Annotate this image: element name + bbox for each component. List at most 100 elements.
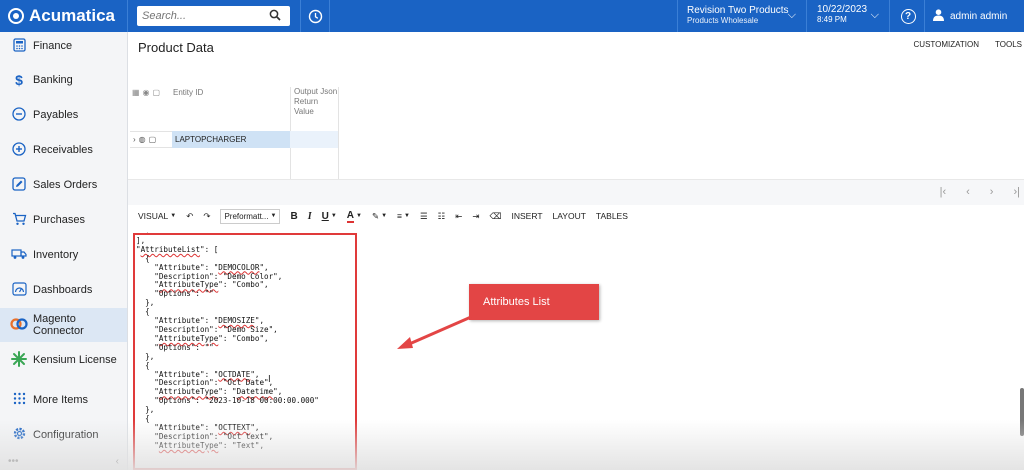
customization-link[interactable]: CUSTOMIZATION bbox=[914, 40, 979, 49]
page-toolbar-links: CUSTOMIZATION TOOLS bbox=[914, 40, 1022, 49]
truck-icon bbox=[10, 247, 28, 263]
undo-icon[interactable]: ↶ bbox=[186, 211, 193, 222]
sidebar-item-inventory[interactable]: Inventory bbox=[0, 238, 127, 272]
bold-button[interactable]: B bbox=[290, 211, 297, 222]
pencil-icon bbox=[10, 176, 28, 194]
sidebar: Finance $ Banking Payables Receivables S… bbox=[0, 32, 128, 470]
sidebar-item-payables[interactable]: Payables bbox=[0, 98, 127, 132]
main-content: Product Data CUSTOMIZATION TOOLS ▦◉▢ Ent… bbox=[128, 32, 1024, 470]
underline-button[interactable]: U ▼ bbox=[322, 211, 337, 222]
tools-link[interactable]: TOOLS bbox=[995, 40, 1022, 49]
grid-dots-icon bbox=[10, 392, 28, 408]
sidebar-item-label: Receivables bbox=[33, 144, 93, 156]
magento-icon bbox=[10, 317, 28, 333]
sidebar-item-label: More Items bbox=[33, 394, 89, 406]
callout-label: Attributes List bbox=[469, 284, 599, 320]
sidebar-item-label: Inventory bbox=[33, 249, 79, 261]
highlight-box bbox=[133, 233, 357, 470]
row-icons[interactable]: ›◍▢ bbox=[130, 135, 172, 144]
business-date-selector[interactable]: 10/22/2023 8:49 PM ⌵ bbox=[806, 0, 890, 32]
output-json-cell[interactable] bbox=[290, 131, 338, 148]
italic-button[interactable]: I bbox=[308, 211, 312, 222]
chevron-down-icon: ⌵ bbox=[787, 9, 796, 21]
sidebar-item-label: Magento Connector bbox=[33, 313, 84, 337]
chevron-down-icon: ⌵ bbox=[870, 9, 879, 21]
sidebar-item-kensium-license[interactable]: Kensium License bbox=[0, 343, 127, 377]
more-dots-icon[interactable]: ••• bbox=[8, 456, 19, 467]
sidebar-item-label: Configuration bbox=[33, 429, 99, 441]
cart-icon bbox=[10, 212, 28, 229]
help-button[interactable]: ? bbox=[893, 0, 923, 32]
search-input[interactable] bbox=[137, 7, 267, 25]
acumatica-logo[interactable]: Acumatica bbox=[0, 0, 128, 32]
json-editor[interactable]: ,], "AttributeList": [ { "Attribute": "DE… bbox=[128, 228, 1024, 470]
sidebar-item-label: Payables bbox=[33, 109, 79, 121]
sidebar-item-label: Banking bbox=[33, 74, 73, 86]
logo-mark-icon bbox=[8, 8, 24, 24]
user-menu[interactable]: admin admin bbox=[924, 0, 1024, 32]
entity-id-cell[interactable]: LAPTOPCHARGER bbox=[172, 131, 290, 148]
visual-mode-dropdown[interactable]: VISUAL ▼ bbox=[138, 211, 176, 221]
unordered-list-icon[interactable]: ☷ bbox=[438, 211, 446, 222]
column-divider bbox=[338, 87, 339, 182]
sidebar-item-configuration[interactable]: Configuration bbox=[0, 418, 127, 452]
grid-header: ▦◉▢ Entity ID Output Json Return Value bbox=[130, 87, 340, 182]
sidebar-item-label: Purchases bbox=[33, 214, 85, 226]
user-icon bbox=[933, 8, 944, 24]
grid-header-icons: ▦◉▢ bbox=[132, 88, 164, 97]
column-header-output-json[interactable]: Output Json Return Value bbox=[294, 87, 339, 117]
gear-icon bbox=[10, 426, 28, 444]
tables-menu[interactable]: TABLES bbox=[596, 211, 628, 221]
search-icon[interactable] bbox=[269, 9, 281, 24]
insert-menu[interactable]: INSERT bbox=[512, 211, 543, 221]
pager: |‹ ‹ › ›| bbox=[940, 186, 1020, 198]
sidebar-item-purchases[interactable]: Purchases bbox=[0, 203, 127, 237]
text-cursor-icon: I bbox=[268, 374, 271, 385]
indent-icon[interactable]: ⇥ bbox=[472, 211, 479, 222]
plus-circle-icon bbox=[10, 141, 28, 159]
redo-icon[interactable]: ↷ bbox=[203, 211, 210, 222]
company-selector[interactable]: Revision Two Products Products Wholesale… bbox=[677, 0, 806, 32]
clear-format-icon[interactable]: ⌫ bbox=[489, 211, 501, 222]
last-page-icon[interactable]: ›| bbox=[1013, 186, 1020, 198]
editor-scrollbar[interactable] bbox=[1020, 388, 1024, 436]
column-header-entity-id[interactable]: Entity ID bbox=[173, 88, 203, 97]
editor-toolbar: VISUAL ▼ ↶ ↷ Preformatt... ▼ B I U ▼ A ▼ ✎ ▼ … bbox=[128, 205, 1024, 227]
sidebar-item-label: Sales Orders bbox=[33, 179, 98, 191]
callout-arrow-icon bbox=[397, 315, 472, 349]
next-page-icon[interactable]: › bbox=[990, 186, 994, 198]
format-dropdown[interactable]: Preformatt... ▼ bbox=[220, 208, 281, 224]
finance-icon bbox=[10, 37, 28, 55]
brand-name: Acumatica bbox=[29, 6, 115, 25]
sidebar-item-sales-orders[interactable]: Sales Orders bbox=[0, 168, 127, 202]
prev-page-icon[interactable]: ‹ bbox=[966, 186, 970, 198]
sidebar-item-dashboards[interactable]: Dashboards bbox=[0, 273, 127, 307]
page-title: Product Data bbox=[138, 40, 214, 55]
sidebar-footer: ••• ‹ bbox=[0, 452, 127, 470]
collapse-sidebar-icon[interactable]: ‹ bbox=[116, 456, 119, 467]
minus-circle-icon bbox=[10, 106, 28, 124]
sidebar-item-magento-connector[interactable]: Magento Connector bbox=[0, 308, 127, 342]
font-color-button[interactable]: A ▼ bbox=[346, 210, 362, 223]
help-icon: ? bbox=[900, 8, 916, 24]
layout-menu[interactable]: LAYOUT bbox=[553, 211, 586, 221]
first-page-icon[interactable]: |‹ bbox=[940, 186, 947, 198]
table-row[interactable]: ›◍▢ LAPTOPCHARGER bbox=[130, 131, 338, 148]
align-icon[interactable]: ≡ ▼ bbox=[397, 211, 410, 221]
outdent-icon[interactable]: ⇤ bbox=[455, 211, 462, 222]
highlight-icon[interactable]: ✎ ▼ bbox=[372, 211, 387, 222]
sidebar-item-receivables[interactable]: Receivables bbox=[0, 133, 127, 167]
history-button[interactable] bbox=[300, 0, 330, 32]
underline-label: U bbox=[321, 210, 329, 222]
user-name: admin admin bbox=[950, 10, 1008, 22]
dollar-icon: $ bbox=[15, 72, 23, 88]
sidebar-item-banking[interactable]: $ Banking bbox=[0, 63, 127, 97]
ordered-list-icon[interactable]: ☰ bbox=[420, 211, 428, 222]
clock-icon bbox=[308, 9, 322, 23]
grid-footer-bar: |‹ ‹ › ›| bbox=[128, 179, 1024, 205]
sidebar-item-label: Kensium License bbox=[33, 354, 117, 366]
search-box[interactable] bbox=[137, 6, 290, 26]
kensium-icon bbox=[10, 350, 28, 370]
sidebar-item-finance[interactable]: Finance bbox=[0, 29, 127, 63]
sidebar-item-more-items[interactable]: More Items bbox=[0, 383, 127, 417]
